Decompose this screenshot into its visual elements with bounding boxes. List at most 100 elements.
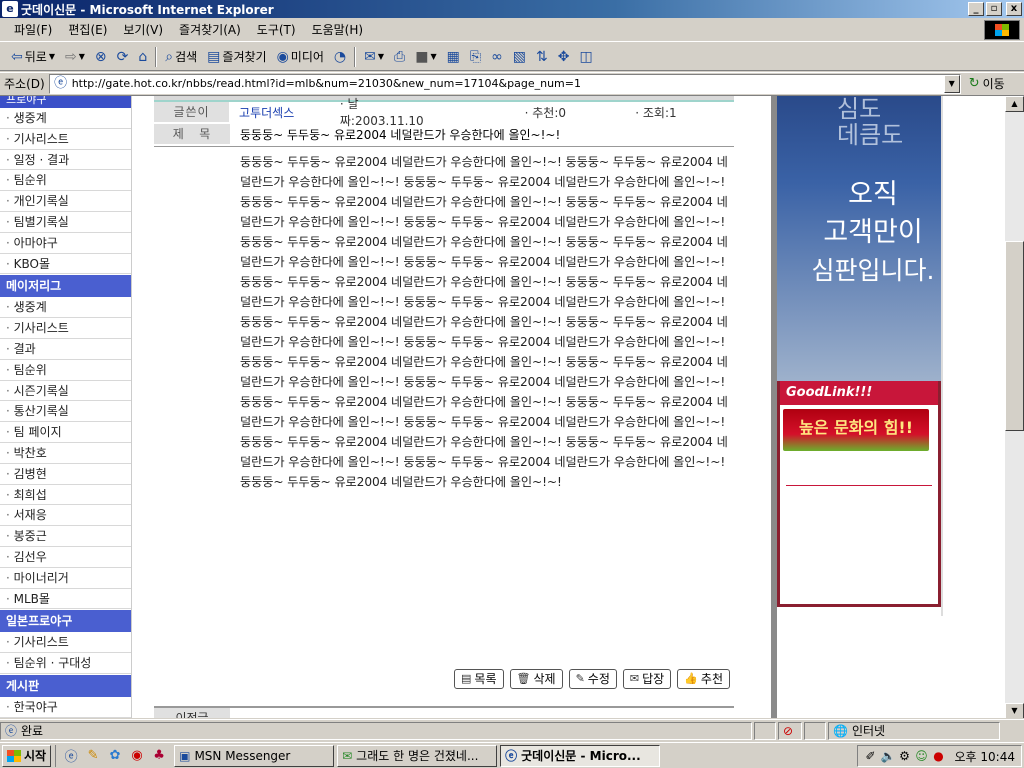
sidebar-item[interactable]: 한국야구 <box>0 697 131 718</box>
scroll-up-icon[interactable]: ▲ <box>1005 96 1024 112</box>
mail-dropdown-icon[interactable]: ▼ <box>378 52 384 61</box>
sidebar-header-mlb[interactable]: 메이저리그 <box>0 275 131 298</box>
media-button[interactable]: ◉ 미디어 <box>272 45 329 69</box>
refresh-icon: ⟳ <box>116 48 129 65</box>
media-quicklaunch-icon[interactable]: ◉ <box>128 748 146 763</box>
edit-dropdown-icon[interactable]: ▼ <box>430 52 436 61</box>
scroll-thumb[interactable] <box>1005 241 1024 431</box>
vertical-scrollbar[interactable]: ▲ ▼ <box>1005 96 1024 718</box>
address-url[interactable]: http://gate.hot.co.kr/nbbs/read.html?id=… <box>72 77 581 90</box>
menu-favorites[interactable]: 즐겨찾기(A) <box>171 21 249 38</box>
stop-button[interactable]: ⊗ <box>90 45 112 69</box>
refresh-button[interactable]: ⟳ <box>112 45 134 69</box>
sidebar-item[interactable]: 박찬호 <box>0 443 131 464</box>
pencil-quicklaunch-icon[interactable]: ✎ <box>84 748 102 763</box>
go-button[interactable]: ↻ 이동 <box>969 75 1005 92</box>
sidebar-item[interactable]: 팀순위 <box>0 360 131 381</box>
back-dropdown-icon[interactable]: ▼ <box>49 52 55 61</box>
reply-button[interactable]: ✉ 답장 <box>622 669 672 689</box>
sidebar-item[interactable]: 팀순위 · 구대성 <box>0 653 131 674</box>
print-preview-button[interactable]: ⎘ <box>465 45 486 69</box>
mail-button[interactable]: ✉ ▼ <box>359 45 389 69</box>
list-button[interactable]: ▤ 목록 <box>454 669 504 689</box>
forward-dropdown-icon[interactable]: ▼ <box>79 52 85 61</box>
favorites-button[interactable]: ▤ 즐겨찾기 <box>202 45 271 69</box>
pen-tray-icon[interactable]: ✐ <box>864 749 878 763</box>
forward-button[interactable]: ⇨ ▼ <box>60 45 90 69</box>
address-input[interactable]: ⓔ http://gate.hot.co.kr/nbbs/read.html?i… <box>48 73 961 94</box>
network-icon[interactable]: ⚙ <box>898 749 912 763</box>
sidebar-item[interactable]: MLB몰 <box>0 589 131 610</box>
sidebar-header-jpb[interactable]: 일본프로야구 <box>0 610 131 633</box>
antivirus-icon[interactable]: ● <box>932 749 946 763</box>
flower-quicklaunch-icon[interactable]: ✿ <box>106 748 124 763</box>
messenger-button[interactable]: ▧ <box>508 45 531 69</box>
author-link[interactable]: 고투더섹스 <box>229 104 330 121</box>
task-label: 굿데이신문 - Micro... <box>521 749 641 763</box>
home-button[interactable]: ⌂ <box>133 45 152 69</box>
task-chat-window[interactable]: ✉ 그래도 한 명은 건졌네... <box>337 744 498 767</box>
sidebar-item[interactable]: 기사리스트 <box>0 632 131 654</box>
sidebar-item[interactable]: 시즌기록실 <box>0 381 131 402</box>
sidebar-item[interactable]: 통산기록실 <box>0 401 131 423</box>
address-dropdown-icon[interactable]: ▼ <box>943 74 960 93</box>
sidebar-item[interactable]: 생중계 <box>0 297 131 319</box>
recommend-button[interactable]: 👍 추천 <box>677 669 730 689</box>
ie-quicklaunch-icon[interactable]: ⓔ <box>62 746 80 765</box>
sync-button[interactable]: ⇅ <box>531 45 553 69</box>
sidebar-header-board[interactable]: 게시판 <box>0 674 131 697</box>
sidebar-item[interactable]: 기사리스트 <box>0 318 131 339</box>
game-quicklaunch-icon[interactable]: ♣ <box>150 748 168 763</box>
menu-edit[interactable]: 편집(E) <box>60 21 115 38</box>
edit-post-button[interactable]: ✎ 수정 <box>568 669 617 689</box>
menu-file[interactable]: 파일(F) <box>6 21 60 38</box>
task-ie-window[interactable]: ⓔ 굿데이신문 - Micro... <box>500 744 661 767</box>
ie-icon: ⓔ <box>505 749 518 763</box>
window-title-bar[interactable]: e 굿데이신문 - Microsoft Internet Explorer _ … <box>0 0 1024 18</box>
search-button[interactable]: ⌕ 검색 <box>160 45 202 69</box>
extra-button[interactable]: ✥ <box>553 45 575 69</box>
sidebar-item[interactable]: 결과 <box>0 339 131 360</box>
sidebar-item[interactable]: 기사리스트 <box>0 129 131 150</box>
dictionary-button[interactable]: ◫ <box>574 45 597 69</box>
discuss-button[interactable]: ▦ <box>442 45 465 69</box>
history-button[interactable]: ◔ <box>329 45 351 69</box>
menu-view[interactable]: 보기(V) <box>115 21 171 38</box>
delete-button[interactable]: 🗑 삭제 <box>509 669 563 689</box>
close-button[interactable]: x <box>1006 2 1022 16</box>
sidebar-item[interactable]: 팀순위 <box>0 170 131 192</box>
print-button[interactable]: ⎙ <box>389 45 410 69</box>
sidebar-item[interactable]: 최희섭 <box>0 485 131 506</box>
volume-icon[interactable]: 🔈 <box>881 749 896 763</box>
task-msn-messenger[interactable]: ▣ MSN Messenger <box>174 744 335 767</box>
start-button[interactable]: 시작 <box>2 744 52 767</box>
sidebar-item[interactable]: 김선우 <box>0 547 131 568</box>
sidebar-item[interactable]: 김병현 <box>0 464 131 485</box>
ad-banner[interactable]: 심도 데큼도 오직 고객만이 심판입니다. <box>777 96 941 384</box>
sidebar-header-baseball[interactable]: 프로야구 <box>0 96 131 108</box>
sidebar-item[interactable]: 마이너리거 <box>0 568 131 589</box>
minimize-button[interactable]: _ <box>968 2 984 16</box>
edit-button[interactable]: ■ ▼ <box>410 45 441 69</box>
right-margin <box>941 96 1005 718</box>
status-pane-blank <box>754 721 776 740</box>
scroll-down-icon[interactable]: ▼ <box>1005 703 1024 718</box>
sidebar-item[interactable]: 팀 페이지 <box>0 422 131 443</box>
back-button[interactable]: ⇦ 뒤로 ▼ <box>6 45 60 69</box>
find-button[interactable]: ∞ <box>486 45 508 69</box>
sidebar-item[interactable]: 일정 · 결과 <box>0 150 131 171</box>
sidebar-item[interactable]: 서재응 <box>0 505 131 527</box>
sidebar-item[interactable]: 팀별기록실 <box>0 212 131 233</box>
messenger-tray-icon[interactable]: ☺ <box>915 749 929 763</box>
menu-help[interactable]: 도움말(H) <box>304 21 372 38</box>
goodlink-divider <box>786 485 932 486</box>
goodlink-ad[interactable]: 높은 문화의 힘!! <box>783 409 929 451</box>
sidebar-item[interactable]: 개인기록실 <box>0 191 131 212</box>
sidebar-item[interactable]: 생중계 <box>0 108 131 129</box>
sidebar-item[interactable]: KBO몰 <box>0 254 131 275</box>
restore-button[interactable]: ▫ <box>986 2 1002 16</box>
sidebar-item[interactable]: 아마야구 <box>0 233 131 254</box>
menu-tools[interactable]: 도구(T) <box>249 21 304 38</box>
previous-post-row[interactable]: 이전글 <box>154 706 734 718</box>
sidebar-item[interactable]: 봉중근 <box>0 526 131 547</box>
